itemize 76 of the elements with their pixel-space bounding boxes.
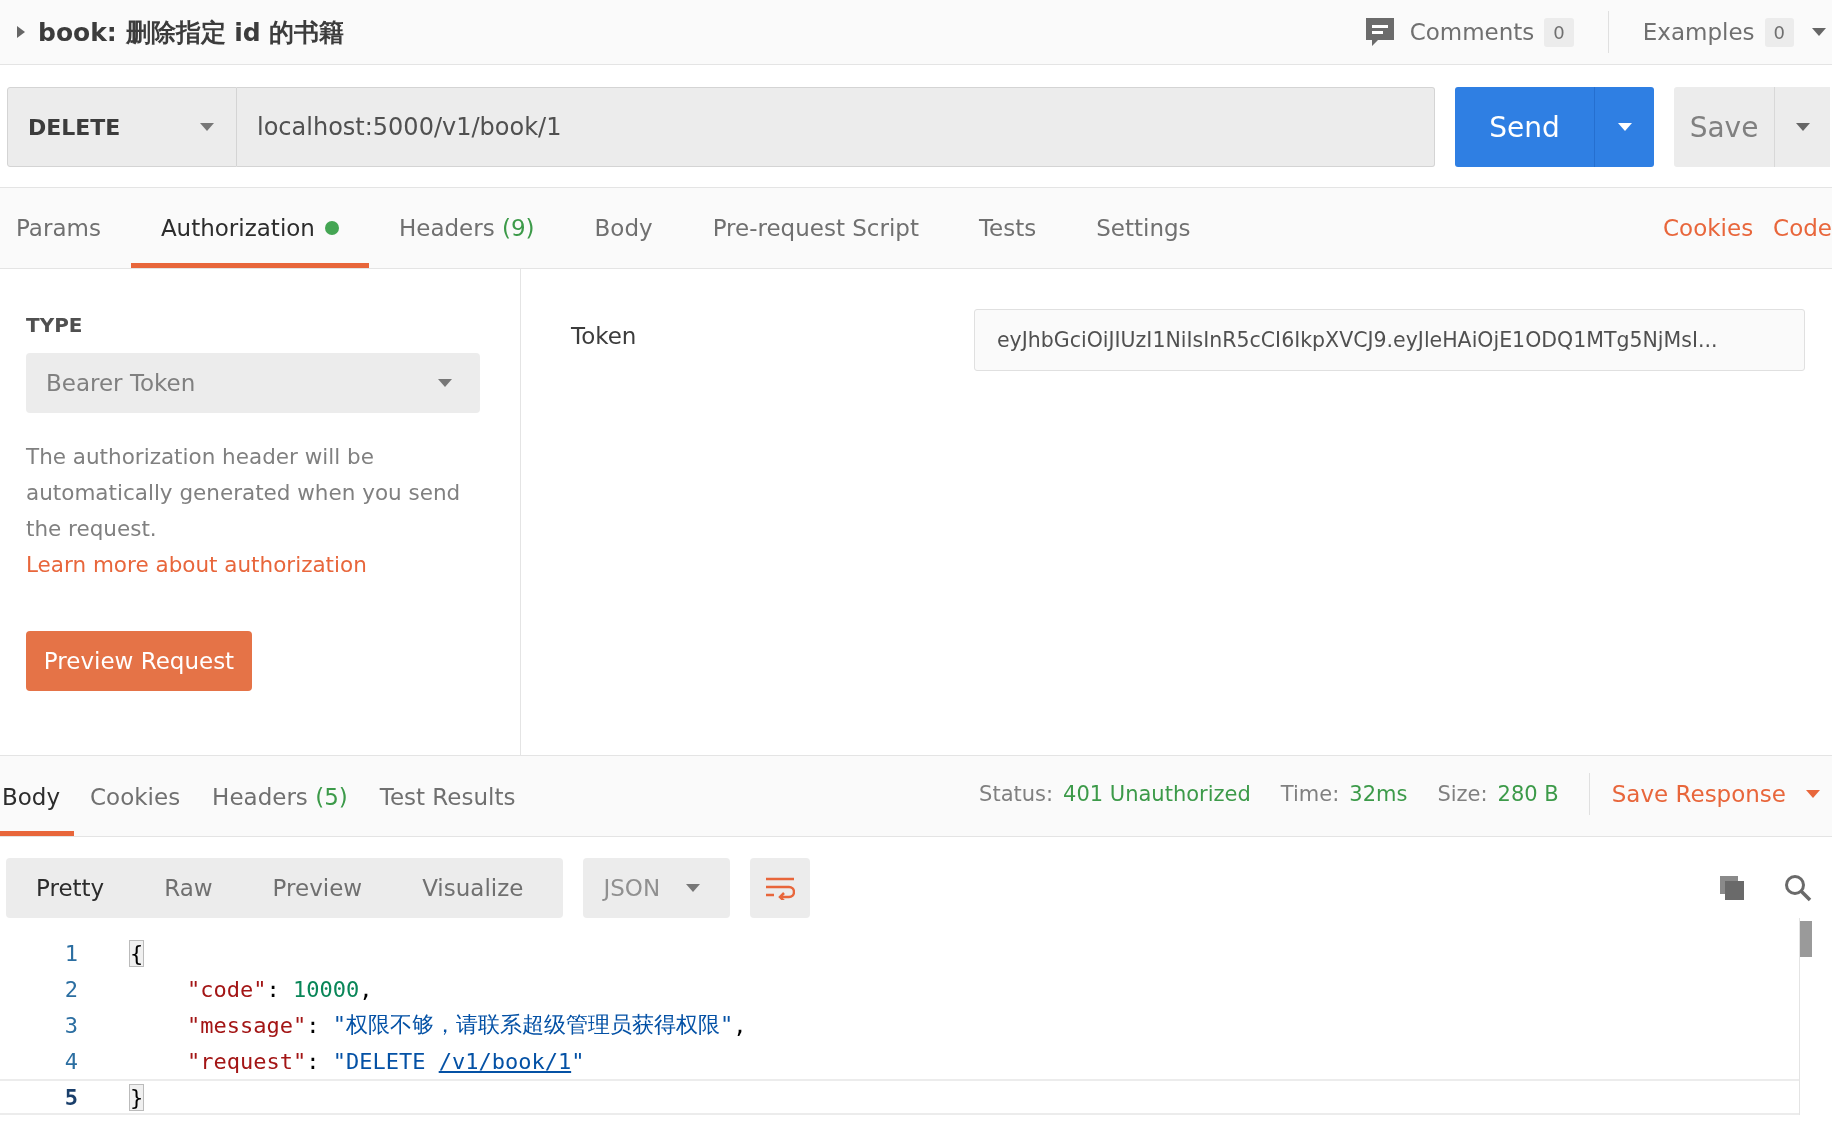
- json-string: "权限不够，请联系超级管理员获得权限": [332, 1011, 734, 1040]
- request-tab[interactable]: Tests: [978, 188, 1037, 268]
- send-button[interactable]: Send: [1455, 87, 1594, 167]
- response-tab[interactable]: Test Results: [363, 756, 532, 836]
- meta-label: Size:: [1437, 782, 1488, 806]
- request-tab[interactable]: Headers (9): [398, 188, 535, 268]
- examples-count: 0: [1764, 17, 1794, 47]
- language-dropdown[interactable]: JSON: [583, 858, 731, 918]
- json-key: "code": [187, 977, 267, 1003]
- token-label: Token: [571, 323, 638, 349]
- scroll-thumb[interactable]: [1800, 921, 1812, 957]
- learn-more-link[interactable]: Learn more about authorization: [26, 552, 367, 577]
- scrollbar[interactable]: [1799, 918, 1812, 1115]
- meta-label: Status:: [979, 782, 1054, 806]
- header-link[interactable]: Code: [1773, 215, 1832, 241]
- request-tab[interactable]: Settings: [1096, 188, 1191, 268]
- json-string: "DELETE: [332, 1048, 427, 1074]
- response-tab[interactable]: Body: [0, 756, 75, 836]
- json-bracket: }: [130, 1084, 144, 1110]
- format-tab[interactable]: Raw: [134, 875, 243, 901]
- caret-down-icon[interactable]: [1812, 28, 1826, 36]
- line-number: 1: [63, 941, 78, 967]
- line-number: 3: [63, 1013, 78, 1038]
- meta-value: 32ms: [1349, 782, 1408, 806]
- caret-right-icon[interactable]: [16, 26, 26, 38]
- method-dropdown[interactable]: DELETE: [7, 87, 237, 167]
- meta-value: 401 Unauthorized: [1063, 782, 1251, 806]
- comment-icon[interactable]: [1363, 16, 1396, 48]
- json-string: ": [571, 1048, 585, 1074]
- json-punctuation: :: [306, 1013, 321, 1038]
- response-tab[interactable]: Headers (5): [196, 756, 364, 836]
- json-number: 10000: [293, 977, 360, 1003]
- caret-down-icon[interactable]: [686, 884, 701, 892]
- search-icon[interactable]: [1784, 874, 1812, 902]
- json-key: "request": [187, 1048, 307, 1074]
- request-tab[interactable]: Pre-request Script: [712, 188, 919, 268]
- caret-down-icon[interactable]: [200, 123, 214, 131]
- auth-description: The authorization header will be automatically generated when you send the request. Learn more about authorization: [26, 443, 462, 579]
- json-punctuation: ,: [359, 977, 373, 1003]
- caret-down-icon[interactable]: [1806, 790, 1820, 798]
- json-punctuation: :: [306, 1048, 321, 1074]
- preview-request-button[interactable]: Preview Request: [26, 631, 252, 691]
- comments-link[interactable]: Comments: [1409, 19, 1535, 45]
- meta-value: 280 B: [1497, 782, 1559, 806]
- save-response-button[interactable]: Save Response: [1611, 781, 1786, 807]
- format-tab[interactable]: Pretty: [6, 875, 135, 901]
- save-button[interactable]: Save: [1674, 87, 1774, 167]
- response-tab[interactable]: Cookies: [74, 756, 197, 836]
- comments-count: 0: [1544, 17, 1574, 47]
- request-title: book: 删除指定 id 的书籍: [38, 16, 345, 49]
- auth-type-dropdown[interactable]: Bearer Token: [26, 353, 480, 413]
- json-key: "message": [187, 1013, 307, 1038]
- caret-down-icon[interactable]: [438, 379, 452, 387]
- wrap-lines-button[interactable]: [750, 858, 811, 918]
- request-tab[interactable]: Body: [594, 188, 653, 268]
- caret-down-icon[interactable]: [1617, 123, 1632, 131]
- type-label: TYPE: [26, 313, 84, 337]
- json-bracket: {: [130, 941, 144, 967]
- header-link[interactable]: Cookies: [1663, 215, 1754, 241]
- examples-link[interactable]: Examples: [1642, 19, 1755, 45]
- line-number: 2: [63, 977, 78, 1003]
- token-field[interactable]: eyJhbGciOiJIUzI1NiIsInR5cCI6IkpXVCJ9.eyJleHAiOjE1ODQ1MTg5NjMsI...: [974, 309, 1805, 371]
- line-number: 5: [63, 1084, 78, 1110]
- line-number: 4: [63, 1048, 78, 1074]
- format-tab[interactable]: Preview: [242, 875, 393, 901]
- wrap-lines-icon: [765, 876, 796, 900]
- url-link[interactable]: /v1/book/1: [438, 1048, 572, 1074]
- json-punctuation: ,: [733, 1013, 747, 1038]
- copy-icon[interactable]: [1718, 874, 1746, 902]
- request-tab[interactable]: Params: [16, 188, 101, 268]
- format-tab[interactable]: Visualize: [392, 875, 554, 901]
- caret-down-icon[interactable]: [1795, 123, 1810, 131]
- json-punctuation: :: [266, 977, 281, 1003]
- request-tab[interactable]: Authorization: [130, 188, 369, 268]
- url-field[interactable]: localhost:5000/v1/book/1: [237, 87, 1435, 167]
- meta-label: Time:: [1280, 782, 1340, 806]
